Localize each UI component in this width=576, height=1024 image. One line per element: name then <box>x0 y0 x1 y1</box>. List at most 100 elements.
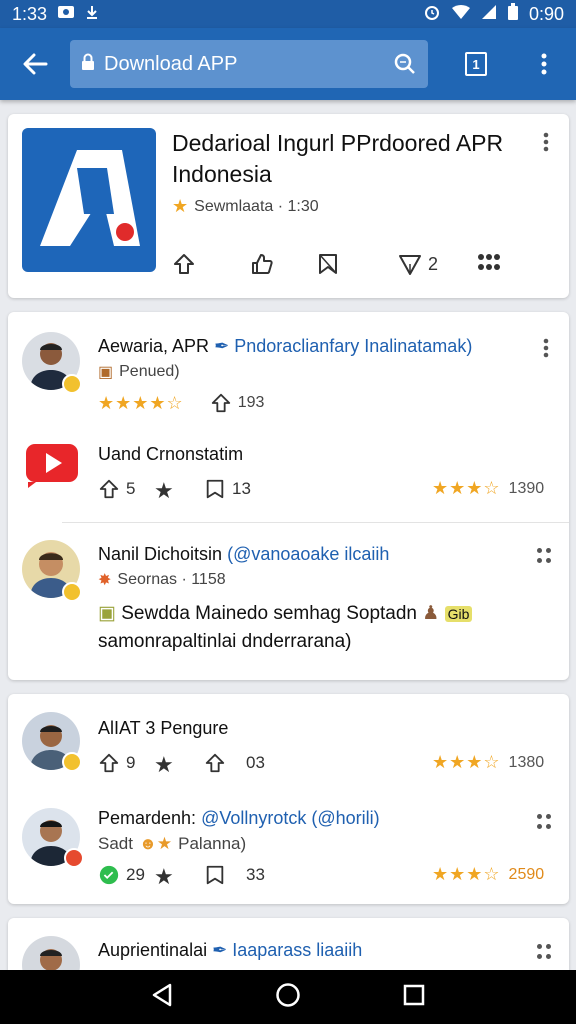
author-name[interactable]: Uand Crnonstatim <box>98 444 243 465</box>
emoji-icon: ▣ <box>98 364 114 381</box>
search-field[interactable]: Download APP <box>70 40 428 88</box>
lock-icon <box>80 53 96 76</box>
system-nav-bar <box>0 970 576 1024</box>
emoji-icon: ▣ <box>98 603 116 624</box>
author-handle-link[interactable]: @Vollnyrotck (@horili) <box>201 808 380 828</box>
rating-block: ★★★☆ 1380 <box>432 752 544 773</box>
post-action-bar: 9 ★ 03 <box>98 752 398 780</box>
upvote-icon <box>99 753 119 773</box>
upvote-icon <box>99 479 119 499</box>
chat-button[interactable]: 29 <box>98 864 145 886</box>
alarm-icon <box>423 3 441 25</box>
share-button[interactable]: 03 <box>204 752 265 774</box>
whatsapp-icon <box>99 865 119 885</box>
author-line: Aewaria, APR ✒ Pndoraclianfary Inalinata… <box>98 336 472 357</box>
author-name[interactable]: Nanil Dichoitsin <box>98 544 222 564</box>
rating-value: 1390 <box>508 479 545 497</box>
emoji-icon: ✸ <box>98 572 112 589</box>
status-badge-icon <box>64 848 84 868</box>
triangle-back-icon <box>152 983 172 1006</box>
emoji-icon: ☻★ <box>138 834 173 853</box>
post-card: AlIAT 3 Pengure 9 ★ 03 ★★★☆ 1380 Pemarde… <box>8 694 569 904</box>
rating-block: ★★★☆ 1390 <box>432 478 544 499</box>
nav-home-button[interactable] <box>275 982 301 1013</box>
comment-button[interactable]: 33 <box>204 864 265 886</box>
favorite-button[interactable]: ★ <box>154 478 174 504</box>
link-icon: ✒ <box>212 940 228 960</box>
post-body: ▣ Sewdda Mainedo semhag Soptadn ♟ Gib <box>98 600 558 628</box>
more-vert-icon <box>543 338 549 358</box>
status-time: 1:33 <box>12 3 48 24</box>
author-line: Auprientinalai ✒ Iaaparass liaaiih <box>98 940 362 961</box>
search-icon[interactable] <box>392 51 418 77</box>
author-line: Pemardenh: @Vollnyrotck (@horili) <box>98 808 380 829</box>
upvote-count: 193 <box>237 394 265 411</box>
wifi-icon <box>451 4 471 24</box>
post-meta: Seornas · 1158 <box>117 571 226 588</box>
app-subtitle-row: ★ Sewmlaata · 1:30 <box>172 196 319 217</box>
post-menu-button[interactable] <box>537 338 555 362</box>
upvote-count: 9 <box>126 753 136 772</box>
card-menu-button[interactable] <box>537 132 555 156</box>
author-name[interactable]: Aewaria, APR <box>98 336 209 356</box>
overflow-menu-button[interactable] <box>524 28 564 100</box>
post-card: Aewaria, APR ✒ Pndoraclianfary Inalinata… <box>8 312 569 680</box>
verified-badge-icon <box>62 374 82 394</box>
app-subtitle: Sewmlaata · 1:30 <box>194 197 319 215</box>
author-line: Nanil Dichoitsin (@vanoaoake ilcaiih <box>98 544 389 565</box>
drag-handle-icon[interactable] <box>537 814 553 830</box>
download-icon <box>85 5 99 23</box>
rating-value: 2590 <box>508 865 545 883</box>
emoji-icon: ♟ <box>422 603 440 624</box>
share-count: 03 <box>246 753 265 772</box>
author-handle-link[interactable]: (@vanoaoake ilcaiih <box>227 544 389 564</box>
upvote-button[interactable]: 5 <box>98 478 135 500</box>
verified-badge-icon <box>62 582 82 602</box>
more-vert-icon <box>541 53 547 75</box>
author-name[interactable]: Pemardenh: <box>98 808 196 828</box>
arrow-left-icon <box>23 53 48 75</box>
like-button[interactable] <box>250 252 274 276</box>
status-clock: 0:90 <box>528 3 564 24</box>
meta-line: Sadt ☻★ Palanna) <box>98 834 246 854</box>
chat-count: 29 <box>126 865 145 884</box>
favorite-button[interactable]: ★ <box>154 752 174 778</box>
star-icon: ★ <box>172 196 189 216</box>
search-query[interactable]: Download APP <box>104 53 392 76</box>
group-icon <box>478 254 500 270</box>
author-name[interactable]: AlIAT 3 Pengure <box>98 718 228 739</box>
rating-line: ★★★★☆ 193 <box>98 392 264 414</box>
meta-line: ✸ Seornas · 1158 <box>98 570 226 590</box>
bookmark-button[interactable] <box>316 252 340 276</box>
bookmark-icon <box>206 865 224 885</box>
upvote-button[interactable] <box>172 252 196 276</box>
people-button[interactable] <box>476 252 502 274</box>
app-logo <box>22 128 156 272</box>
post-tag: Palanna) <box>178 834 247 853</box>
comment-button[interactable]: 13 <box>204 478 251 500</box>
status-bar: 1:33 0:90 <box>0 0 576 28</box>
author-handle-link[interactable]: Iaaparass liaaiih <box>232 940 362 960</box>
star-icon: ★ <box>154 864 174 889</box>
upvote-icon <box>205 753 225 773</box>
back-button[interactable] <box>0 28 70 100</box>
nav-recents-button[interactable] <box>403 984 425 1011</box>
tag-line: ▣ Penued) <box>98 362 180 382</box>
post-tag: Penued) <box>119 363 180 380</box>
upvote-button[interactable]: 9 <box>98 752 135 774</box>
star-rating: ★★★★☆ <box>98 392 184 413</box>
rating-block: ★★★☆ 2590 <box>432 864 544 885</box>
battery-icon <box>507 3 519 25</box>
author-handle-link[interactable]: Pndoraclianfary Inalinatamak) <box>234 336 472 356</box>
author-name[interactable]: Auprientinalai <box>98 940 207 960</box>
favorite-button[interactable]: ★ <box>154 864 174 890</box>
tabs-button[interactable]: 1 <box>428 28 524 100</box>
upvote-icon[interactable] <box>210 392 232 414</box>
link-icon: ✒ <box>214 336 230 356</box>
youtube-logo-icon <box>24 438 80 488</box>
app-card[interactable]: Dedarioal Ingurl PPrdoored APR Indonesia… <box>8 114 569 298</box>
drag-handle-icon[interactable] <box>537 944 553 960</box>
nav-back-button[interactable] <box>151 983 173 1012</box>
share-button[interactable]: 2 <box>398 252 438 276</box>
drag-handle-icon[interactable] <box>537 548 553 564</box>
